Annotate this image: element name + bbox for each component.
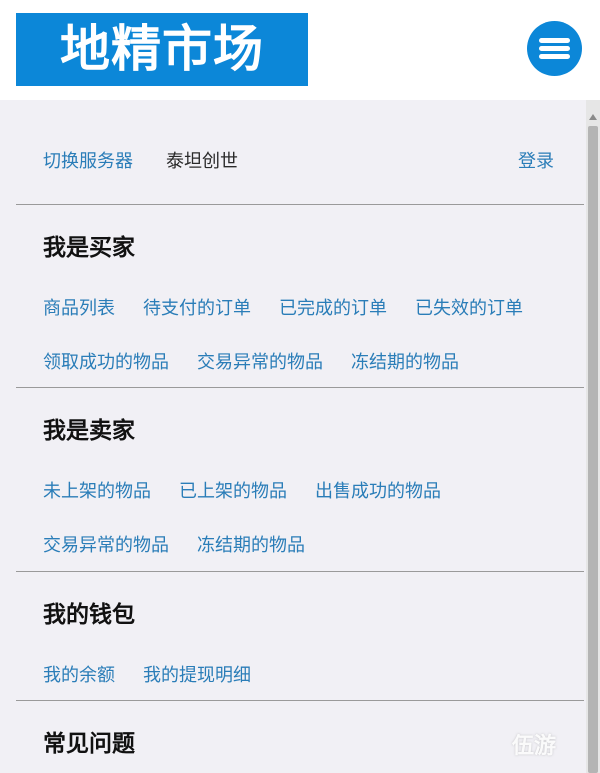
menu-button[interactable] [527, 21, 582, 76]
menu-bar [539, 38, 570, 43]
section-title: 我是卖家 [43, 418, 135, 444]
logo[interactable]: 地精市场 [16, 13, 308, 86]
abnormal-items-link[interactable]: 交易异常的物品 [43, 531, 169, 557]
section-title: 我的钱包 [43, 602, 135, 628]
frozen-items-link[interactable]: 冻结期的物品 [351, 348, 459, 374]
sold-items-link[interactable]: 出售成功的物品 [315, 477, 441, 503]
abnormal-items-link[interactable]: 交易异常的物品 [197, 348, 323, 374]
claimed-items-link[interactable]: 领取成功的物品 [43, 348, 169, 374]
login-link[interactable]: 登录 [518, 147, 554, 173]
link-row: 商品列表 待支付的订单 已完成的订单 已失效的订单 [43, 294, 523, 320]
link-row: 我的余额 我的提现明细 [43, 661, 251, 687]
server-bar: 切换服务器 泰坦创世 登录 [16, 100, 584, 205]
menu-bar [539, 54, 570, 59]
menu-bar [539, 46, 570, 51]
switch-server-link[interactable]: 切换服务器 [43, 147, 133, 173]
section-title[interactable]: 常见问题 [43, 724, 135, 758]
balance-link[interactable]: 我的余额 [43, 661, 115, 687]
section-wallet: 我的钱包 我的余额 我的提现明细 [16, 572, 584, 701]
section-title: 我是买家 [43, 235, 135, 261]
pending-orders-link[interactable]: 待支付的订单 [143, 294, 251, 320]
unlisted-items-link[interactable]: 未上架的物品 [43, 477, 151, 503]
product-list-link[interactable]: 商品列表 [43, 294, 115, 320]
server-name: 泰坦创世 [166, 151, 238, 172]
link-row: 未上架的物品 已上架的物品 出售成功的物品 [43, 477, 441, 503]
vertical-scrollbar[interactable] [586, 100, 600, 773]
app-header: 地精市场 [0, 0, 600, 100]
main-content: 切换服务器 泰坦创世 登录 我是买家 商品列表 待支付的订单 已完成的订单 已失… [0, 100, 600, 773]
section-faq: 常见问题 [16, 701, 584, 773]
completed-orders-link[interactable]: 已完成的订单 [279, 294, 387, 320]
link-row: 领取成功的物品 交易异常的物品 冻结期的物品 [43, 348, 459, 374]
watermark: 伍游 [512, 734, 557, 759]
section-seller: 我是卖家 未上架的物品 已上架的物品 出售成功的物品 交易异常的物品 冻结期的物… [16, 388, 584, 572]
section-buyer: 我是买家 商品列表 待支付的订单 已完成的订单 已失效的订单 领取成功的物品 交… [16, 205, 584, 388]
scroll-up-arrow-icon[interactable] [589, 114, 597, 120]
scrollbar-thumb[interactable] [588, 126, 598, 773]
expired-orders-link[interactable]: 已失效的订单 [415, 294, 523, 320]
withdrawal-detail-link[interactable]: 我的提现明细 [143, 661, 251, 687]
link-row: 交易异常的物品 冻结期的物品 [43, 531, 305, 557]
frozen-items-link[interactable]: 冻结期的物品 [197, 531, 305, 557]
listed-items-link[interactable]: 已上架的物品 [179, 477, 287, 503]
